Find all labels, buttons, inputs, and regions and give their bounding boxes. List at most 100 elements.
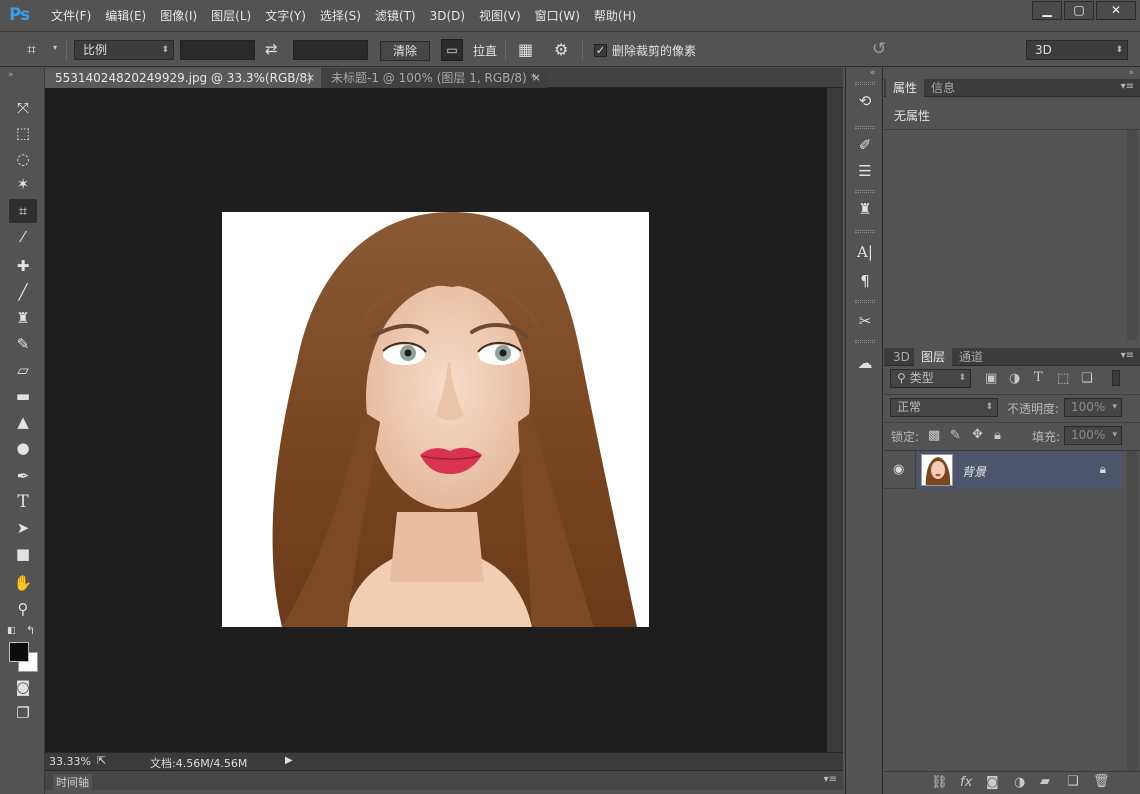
filter-adjustment-icon[interactable]: ◑ bbox=[1009, 371, 1020, 386]
tab-channels[interactable]: 通道 bbox=[952, 348, 990, 366]
link-layers-icon[interactable]: ⛓ bbox=[931, 775, 948, 790]
dock-grip[interactable] bbox=[855, 190, 875, 193]
lasso-tool-icon[interactable]: ◌ bbox=[9, 147, 37, 171]
filter-toggle[interactable] bbox=[1112, 370, 1120, 386]
new-group-folder-icon[interactable]: ▰ bbox=[1040, 774, 1050, 789]
lock-position-icon[interactable]: ✥ bbox=[972, 427, 983, 442]
lock-pixels-icon[interactable]: ✎ bbox=[950, 428, 961, 443]
clone-stamp-tool-icon[interactable]: ♜ bbox=[9, 306, 37, 330]
gradient-tool-icon[interactable]: ▬ bbox=[9, 384, 37, 408]
menu-type[interactable]: 文字(Y) bbox=[258, 0, 313, 32]
eraser-tool-icon[interactable]: ▱ bbox=[9, 358, 37, 382]
workspace-select[interactable]: 3D ⬍ bbox=[1026, 40, 1128, 60]
healing-brush-tool-icon[interactable]: ✚ bbox=[9, 254, 37, 278]
menu-help[interactable]: 帮助(H) bbox=[587, 0, 643, 32]
panel-menu-icon[interactable]: ▾≡ bbox=[1121, 81, 1134, 92]
close-window-button[interactable]: ✕ bbox=[1096, 1, 1136, 20]
character-panel-icon[interactable]: A| bbox=[853, 241, 877, 263]
crop-tool-preset-icon[interactable]: ⌗ bbox=[27, 40, 36, 60]
creative-cloud-icon[interactable]: ☁ bbox=[853, 352, 877, 374]
delete-cropped-checkbox[interactable]: ✓ bbox=[594, 44, 607, 57]
rectangle-tool-icon[interactable]: ■ bbox=[9, 542, 37, 566]
gear-icon[interactable]: ⚙ bbox=[554, 40, 568, 59]
adjustment-layer-icon[interactable]: ◑ bbox=[1014, 775, 1025, 790]
menu-window[interactable]: 窗口(W) bbox=[528, 0, 587, 32]
close-tab-icon[interactable]: × bbox=[306, 68, 315, 88]
lock-all-icon[interactable]: 🔒︎ bbox=[994, 428, 1001, 443]
dodge-tool-icon[interactable]: ● bbox=[9, 436, 37, 460]
dock-grip[interactable] bbox=[855, 126, 875, 129]
collapse-arrows-icon[interactable]: « bbox=[870, 68, 876, 78]
blur-tool-icon[interactable]: ▲ bbox=[9, 410, 37, 434]
opacity-field[interactable]: 100% ▾ bbox=[1064, 398, 1122, 417]
layer-style-fx-icon[interactable]: fx bbox=[960, 775, 972, 790]
menu-layer[interactable]: 图层(L) bbox=[204, 0, 258, 32]
path-selection-tool-icon[interactable]: ➤ bbox=[9, 516, 37, 540]
close-tab-icon[interactable]: × bbox=[532, 68, 541, 88]
menu-3d[interactable]: 3D(D) bbox=[423, 0, 472, 32]
crop-tool-icon[interactable]: ⌗ bbox=[9, 199, 37, 223]
brush-presets-icon[interactable]: ☰ bbox=[853, 160, 877, 182]
preset-dropdown-arrow-icon[interactable]: ▾ bbox=[53, 43, 57, 52]
document-image[interactable] bbox=[222, 212, 649, 627]
new-layer-icon[interactable]: ❑ bbox=[1067, 774, 1079, 789]
blend-mode-select[interactable]: 正常 ⬍ bbox=[890, 398, 998, 417]
pen-tool-icon[interactable]: ✒ bbox=[9, 464, 37, 488]
screen-mode-icon[interactable]: ❐ bbox=[9, 701, 37, 725]
status-menu-arrow-icon[interactable]: ▶ bbox=[285, 755, 293, 766]
zoom-level[interactable]: 33.33% bbox=[49, 755, 91, 768]
default-colors-icon[interactable]: ◧ bbox=[7, 626, 16, 636]
history-brush-tool-icon[interactable]: ✎ bbox=[9, 332, 37, 356]
layer-name[interactable]: 背景 bbox=[962, 463, 986, 480]
ratio-width-input[interactable] bbox=[180, 40, 255, 60]
collapse-arrows-icon[interactable]: » bbox=[8, 70, 14, 80]
menu-edit[interactable]: 编辑(E) bbox=[98, 0, 153, 32]
layer-visibility-cell[interactable]: ◉ bbox=[884, 451, 916, 489]
brush-tool-icon[interactable]: ╱ bbox=[9, 280, 37, 304]
marquee-tool-icon[interactable]: ⬚ bbox=[9, 121, 37, 145]
panel-menu-icon[interactable]: ▾≡ bbox=[1121, 350, 1134, 361]
ratio-select[interactable]: 比例 ⬍ bbox=[74, 40, 174, 60]
zoom-tool-icon[interactable]: ⚲ bbox=[9, 597, 37, 621]
tab-properties[interactable]: 属性 bbox=[886, 79, 925, 97]
eye-icon[interactable]: ◉ bbox=[893, 462, 904, 477]
brush-panel-icon[interactable]: ✐ bbox=[853, 134, 877, 156]
swap-colors-icon[interactable]: ↰ bbox=[26, 624, 35, 637]
tab-document-inactive[interactable]: 未标题-1 @ 100% (图层 1, RGB/8) * × bbox=[321, 68, 547, 88]
paragraph-panel-icon[interactable]: ¶ bbox=[853, 270, 877, 292]
vertical-scrollbar[interactable] bbox=[827, 88, 843, 752]
lock-transparent-icon[interactable]: ▩ bbox=[928, 428, 940, 443]
tab-info[interactable]: 信息 bbox=[924, 79, 962, 97]
tab-document-active[interactable]: 55314024820249929.jpg @ 33.3%(RGB/8) * × bbox=[45, 68, 321, 105]
layer-filter-select[interactable]: ⚲ 类型 ⬍ bbox=[890, 369, 971, 388]
timeline-tab[interactable]: 时间轴 bbox=[53, 774, 92, 790]
minimize-button[interactable]: ▁ bbox=[1032, 1, 1062, 20]
collapse-arrows-icon[interactable]: » bbox=[1128, 68, 1134, 78]
hand-tool-icon[interactable]: ✋ bbox=[9, 571, 37, 595]
ratio-height-input[interactable] bbox=[293, 40, 368, 60]
dock-grip[interactable] bbox=[855, 300, 875, 303]
magic-wand-tool-icon[interactable]: ✶ bbox=[9, 172, 37, 196]
menu-image[interactable]: 图像(I) bbox=[153, 0, 204, 32]
history-panel-icon[interactable]: ⟲ bbox=[853, 90, 877, 112]
type-tool-icon[interactable]: T bbox=[9, 490, 37, 514]
maximize-button[interactable]: ▢ bbox=[1064, 1, 1094, 20]
foreground-color-swatch[interactable] bbox=[9, 642, 29, 662]
dock-grip[interactable] bbox=[855, 82, 875, 85]
overlay-grid-icon[interactable]: ▦ bbox=[518, 40, 533, 59]
export-icon[interactable]: ⇱ bbox=[97, 754, 106, 767]
tab-3d[interactable]: 3D bbox=[886, 348, 917, 366]
clone-source-icon[interactable]: ♜ bbox=[853, 198, 877, 220]
menu-file[interactable]: 文件(F) bbox=[44, 0, 98, 32]
layer-row[interactable]: ◉ 背景 🔒︎ bbox=[884, 451, 1122, 489]
properties-scrollbar[interactable] bbox=[1127, 130, 1137, 340]
filter-smart-object-icon[interactable]: ❏ bbox=[1081, 371, 1093, 386]
dock-grip[interactable] bbox=[855, 230, 875, 233]
move-tool-icon[interactable]: ⤧ bbox=[9, 96, 37, 120]
menu-filter[interactable]: 滤镜(T) bbox=[368, 0, 423, 32]
straighten-icon[interactable]: ▭ bbox=[441, 39, 463, 61]
swap-dimensions-icon[interactable]: ⇄ bbox=[265, 40, 278, 58]
fill-field[interactable]: 100% ▾ bbox=[1064, 426, 1122, 445]
tool-presets-icon[interactable]: ✂ bbox=[853, 310, 877, 332]
layers-scrollbar[interactable] bbox=[1127, 451, 1137, 771]
